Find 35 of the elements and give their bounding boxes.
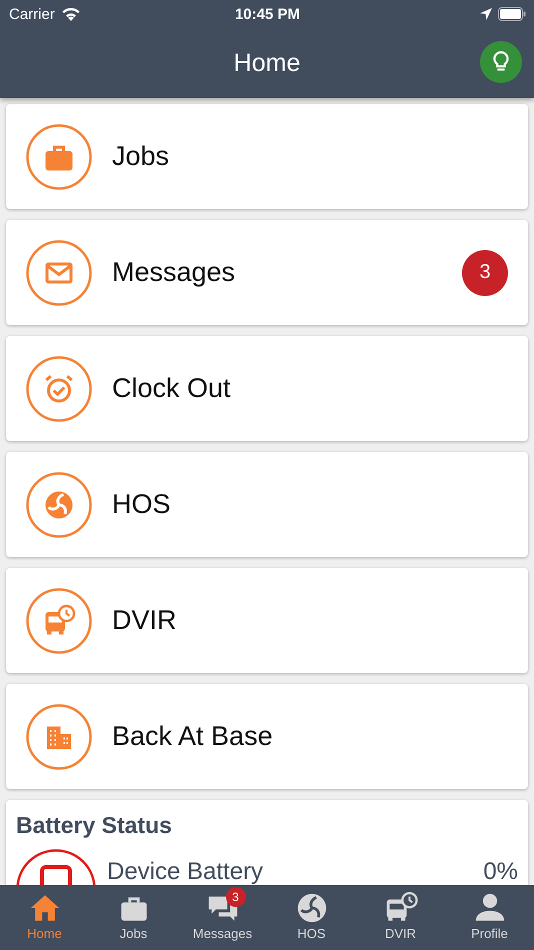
menu-card[interactable]: Messages 3 bbox=[6, 220, 528, 325]
menu-card[interactable]: Clock Out bbox=[6, 336, 528, 441]
wifi-icon bbox=[60, 7, 81, 21]
clock-time: 10:45 PM bbox=[234, 6, 300, 22]
tab[interactable]: Jobs bbox=[89, 885, 178, 950]
menu-card[interactable]: Back At Base bbox=[6, 684, 528, 789]
menu-label: Clock Out bbox=[112, 373, 232, 404]
page-title: Home bbox=[234, 48, 300, 78]
bus-clock-icon bbox=[26, 588, 92, 654]
battery-label: Device Battery bbox=[107, 858, 264, 886]
carrier-name: Carrier bbox=[9, 6, 55, 22]
briefcase-icon bbox=[26, 124, 92, 190]
tri-swirl-icon bbox=[26, 472, 92, 538]
tab[interactable]: Profile bbox=[445, 885, 534, 950]
menu-label: Jobs bbox=[112, 141, 170, 172]
battery-icon bbox=[498, 7, 526, 21]
unread-count-badge: 3 bbox=[462, 250, 508, 296]
menu-label: Messages bbox=[112, 257, 236, 288]
alarm-clock-icon bbox=[26, 356, 92, 422]
menu-card[interactable]: Jobs bbox=[6, 104, 528, 209]
section-title: Battery Status bbox=[16, 812, 173, 839]
menu-card[interactable]: HOS bbox=[6, 452, 528, 557]
menu-label: HOS bbox=[112, 489, 172, 520]
battery-percent: 0% bbox=[483, 858, 518, 886]
lightbulb-button[interactable] bbox=[480, 41, 522, 83]
tab[interactable]: 3 Messages bbox=[178, 885, 267, 950]
menu-label: DVIR bbox=[112, 605, 178, 636]
tab[interactable]: HOS bbox=[267, 885, 356, 950]
envelope-icon bbox=[26, 240, 92, 306]
tab[interactable]: DVIR bbox=[356, 885, 445, 950]
unread-count-badge: 3 bbox=[226, 887, 246, 907]
menu-label: Back At Base bbox=[112, 721, 274, 752]
building-icon bbox=[26, 704, 92, 770]
location-arrow-icon bbox=[480, 8, 492, 20]
menu-card[interactable]: DVIR bbox=[6, 568, 528, 673]
